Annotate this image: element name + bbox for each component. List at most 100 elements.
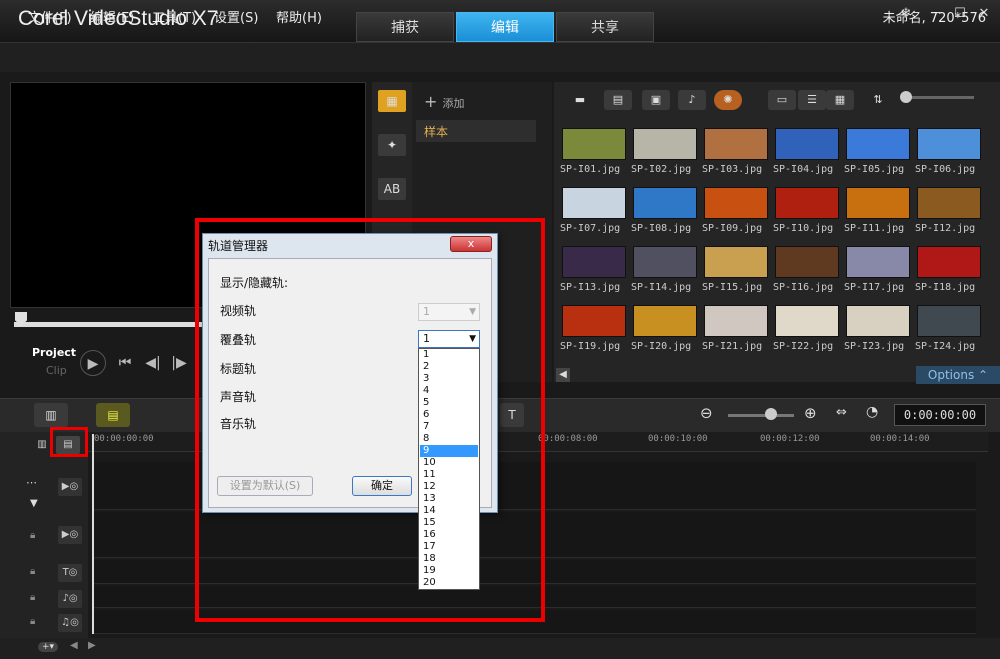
media-icon[interactable]: ▦ [378, 90, 406, 112]
thumbnail-label: SP-I21.jpg [702, 341, 763, 352]
lock-icon[interactable]: 🔒︎ [30, 530, 35, 541]
thumbnail-label: SP-I12.jpg [915, 223, 976, 234]
fit-timeline-icon[interactable]: ⇔ [836, 405, 847, 420]
add-folder-button[interactable]: + 添加 [424, 92, 465, 111]
voice-track-icon[interactable]: ♪◎ [58, 590, 82, 608]
view-list-icon[interactable]: ☰ [798, 90, 826, 110]
menu-help[interactable]: 帮助(H) [276, 7, 322, 26]
add-track-icon[interactable]: +▾ [38, 642, 59, 652]
thumbnail-image[interactable] [775, 187, 839, 219]
thumbnail-image[interactable] [633, 187, 697, 219]
import-icon[interactable]: ✺ [714, 90, 742, 110]
step-forward-icon[interactable]: |▶ [166, 350, 192, 376]
tab-capture[interactable]: 捕获 [356, 12, 454, 42]
thumbnail-label: SP-I14.jpg [631, 282, 692, 293]
thumbnail-label: SP-I19.jpg [560, 341, 621, 352]
zoom-in-icon[interactable]: ⊕ [804, 404, 817, 422]
timeline-zoom-slider[interactable] [728, 414, 794, 417]
tab-edit[interactable]: 编辑 [456, 12, 554, 42]
folder-icon[interactable]: ▬ [566, 90, 594, 110]
filter-photo-icon[interactable]: ▣ [642, 90, 670, 110]
ruler-tick: 00:00:10:00 [648, 434, 708, 444]
thumbnail-image[interactable] [562, 128, 626, 160]
thumbnail-image[interactable] [917, 246, 981, 278]
thumbnail-image[interactable] [633, 305, 697, 337]
timeline-view-icon[interactable]: ▤ [96, 403, 130, 427]
thumbnail-image[interactable] [917, 128, 981, 160]
play-icon[interactable]: ▶ [80, 350, 106, 376]
thumbnail-image[interactable] [917, 187, 981, 219]
scroll-left-icon[interactable]: ◀ [70, 640, 78, 651]
thumbnail-image[interactable] [775, 246, 839, 278]
scroll-right-icon[interactable]: ▶ [88, 640, 96, 651]
thumbnail-label: SP-I08.jpg [631, 223, 692, 234]
lock-icon[interactable]: 🔒︎ [30, 616, 35, 627]
thumbnail-image[interactable] [633, 128, 697, 160]
menu-tools[interactable]: 工具(T) [152, 7, 196, 26]
video-track-icon[interactable]: ▶◎ [58, 478, 82, 496]
chevron-up-icon: ⌃ [978, 368, 989, 382]
annotation-highlight [195, 218, 545, 622]
ruler-tick: 00:00:12:00 [760, 434, 820, 444]
menu-settings[interactable]: 设置(S) [214, 7, 258, 26]
plus-icon: + [424, 92, 443, 111]
thumbnail-image[interactable] [562, 246, 626, 278]
project-info: 未命名, 720*576 [882, 11, 986, 26]
thumbnail-label: SP-I09.jpg [702, 223, 763, 234]
filter-audio-icon[interactable]: ♪ [678, 90, 706, 110]
title-track-icon[interactable]: T◎ [58, 564, 82, 582]
scroll-left-icon[interactable]: ◀ [556, 368, 570, 382]
lock-icon[interactable]: 🔒︎ [30, 592, 35, 603]
thumbnail-label: SP-I01.jpg [560, 164, 621, 175]
title-icon[interactable]: AB [378, 178, 406, 200]
thumbnail-image[interactable] [704, 187, 768, 219]
menu-file[interactable]: 文件(F) [28, 7, 72, 26]
folder-item-sample[interactable]: 样本 [416, 120, 536, 142]
thumbnail-image[interactable] [704, 128, 768, 160]
thumbnail-label: SP-I05.jpg [844, 164, 905, 175]
annotation-highlight [50, 427, 88, 457]
menu-bar [0, 42, 1000, 72]
thumbnail-image[interactable] [846, 187, 910, 219]
timeline-zoom-knob[interactable] [765, 408, 777, 420]
project-mode-label[interactable]: Project [32, 346, 76, 359]
thumbnail-image[interactable] [846, 128, 910, 160]
thumbnail-image[interactable] [633, 246, 697, 278]
thumbnail-image[interactable] [846, 305, 910, 337]
track-options-icon[interactable]: ⋯ [26, 476, 37, 489]
thumbnail-image[interactable] [775, 305, 839, 337]
playhead[interactable] [92, 434, 94, 634]
thumbnail-image[interactable] [704, 246, 768, 278]
zoom-out-icon[interactable]: ⊖ [700, 404, 713, 422]
thumbnail-image[interactable] [775, 128, 839, 160]
chevron-down-icon[interactable]: ▼ [30, 498, 38, 509]
thumbnail-label: SP-I13.jpg [560, 282, 621, 293]
sort-icon[interactable]: ⇅ [864, 90, 892, 110]
menu-edit[interactable]: 编辑(E) [90, 7, 134, 26]
skip-start-icon[interactable]: ⏮ [112, 350, 138, 376]
thumbnail-image[interactable] [562, 187, 626, 219]
view-thumbnail-icon[interactable]: ▭ [768, 90, 796, 110]
clip-mode-label[interactable]: Clip [46, 364, 67, 377]
view-grid-icon[interactable]: ▦ [826, 90, 854, 110]
thumbnail-image[interactable] [704, 305, 768, 337]
transition-icon[interactable]: ✦ [378, 134, 406, 156]
options-button[interactable]: Options ⌃ [916, 366, 1000, 384]
thumbnail-image[interactable] [562, 305, 626, 337]
filter-video-icon[interactable]: ▤ [604, 90, 632, 110]
thumbnail-size-slider[interactable] [904, 96, 974, 99]
tab-share[interactable]: 共享 [556, 12, 654, 42]
thumbnail-image[interactable] [917, 305, 981, 337]
storyboard-view-icon[interactable]: ▥ [34, 403, 68, 427]
clock-icon: ◔ [866, 404, 879, 420]
thumbnail-size-knob[interactable] [900, 91, 912, 103]
lock-icon[interactable]: 🔒︎ [30, 566, 35, 577]
step-back-icon[interactable]: ◀| [140, 350, 166, 376]
timecode-display[interactable]: 0:00:00:00 [894, 404, 986, 426]
thumbnail-label: SP-I04.jpg [773, 164, 834, 175]
overlay-track-icon[interactable]: ▶◎ [58, 526, 82, 544]
add-label: 添加 [442, 97, 465, 110]
thumbnail-image[interactable] [846, 246, 910, 278]
music-track-icon[interactable]: ♫◎ [58, 614, 82, 632]
thumbnail-label: SP-I16.jpg [773, 282, 834, 293]
